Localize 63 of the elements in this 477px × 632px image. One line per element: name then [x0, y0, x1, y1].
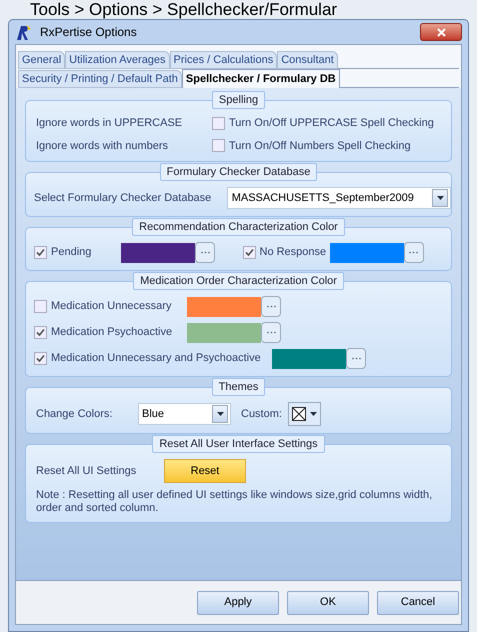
option-label: No Response	[260, 245, 328, 260]
caret-icon	[310, 412, 317, 416]
option-label: Medication Psychoactive	[51, 325, 174, 340]
theme-dropdown[interactable]: Blue	[138, 403, 231, 425]
custom-color-dropdown[interactable]	[288, 402, 321, 426]
option-label: Medication Unnecessary	[51, 299, 172, 314]
caption-text: Tools > Options > Spellchecker/Formular	[29, 0, 338, 19]
tab[interactable]: Security / Printing / Default Path	[18, 70, 182, 88]
dropdown-button[interactable]	[432, 189, 448, 207]
tab[interactable]: Utilization Averages	[65, 51, 170, 69]
field-label: Change Colors:	[36, 406, 114, 422]
ellipsis-icon	[266, 305, 276, 308]
dialog-button[interactable]: OK	[287, 590, 369, 614]
ellipsis-icon	[409, 251, 418, 254]
checkbox[interactable]	[212, 116, 225, 130]
group-title: Formulary Checker Database	[160, 163, 318, 181]
no-color-icon	[292, 407, 306, 421]
group-title: Medication Order Characterization Color	[133, 272, 344, 290]
group-title: Reset All User Interface Settings	[152, 435, 325, 453]
tab[interactable]: Consultant	[277, 51, 338, 69]
dialog-button[interactable]: Apply	[197, 590, 279, 614]
dropdown-button[interactable]	[212, 405, 228, 423]
dialog-button[interactable]: Cancel	[377, 590, 459, 614]
note-text: Note : Resetting all user defined UI settings like windows size,grid columns width, order and sorted column.	[36, 489, 434, 515]
field-label: Select Formulary Checker Database	[34, 190, 212, 206]
database-dropdown[interactable]: MASSACHUSETTS_September2009	[226, 187, 451, 209]
checkbox[interactable]	[242, 246, 256, 259]
caret-icon	[436, 196, 444, 200]
option-label: Ignore words in UPPERCASE	[36, 116, 184, 131]
ellipsis-icon	[352, 357, 360, 360]
field-label: Custom:	[241, 406, 282, 422]
app-logo-icon	[15, 24, 32, 40]
field-label: Reset All UI Settings	[36, 464, 138, 479]
option-label: Pending	[51, 245, 92, 260]
ellipsis-icon	[266, 331, 276, 334]
checkmark-icon	[36, 354, 45, 363]
checkbox[interactable]	[34, 300, 47, 313]
checkbox-label: Turn On/Off Numbers Spell Checking	[229, 138, 411, 154]
checkmark-icon	[36, 328, 45, 337]
checkbox-label: Turn On/Off UPPERCASE Spell Checking	[229, 116, 434, 131]
close-icon	[436, 28, 446, 36]
window-title: RxPertise Options	[40, 24, 137, 41]
tab[interactable]: General	[18, 51, 66, 69]
checkmark-icon	[36, 248, 45, 257]
option-label: Ignore words with numbers	[36, 138, 170, 154]
checkbox[interactable]	[34, 246, 47, 259]
dropdown-value: MASSACHUSETTS_September2009	[232, 190, 414, 206]
group-title: Spelling	[212, 91, 266, 109]
ellipsis-button[interactable]	[404, 242, 424, 263]
dropdown-value: Blue	[142, 406, 164, 422]
close-button[interactable]	[420, 23, 462, 41]
reset-button[interactable]: Reset	[164, 459, 246, 483]
checkbox[interactable]	[34, 352, 47, 365]
tab[interactable]: Spellchecker / Formulary DB	[182, 69, 340, 88]
caret-icon	[216, 412, 224, 416]
group-title: Themes	[212, 378, 266, 396]
checkbox[interactable]	[34, 326, 47, 339]
tab[interactable]: Prices / Calculations	[170, 51, 278, 69]
checkmark-icon	[244, 248, 254, 257]
group-title: Recommendation Characterization Color	[132, 218, 345, 236]
checkbox[interactable]	[212, 139, 225, 152]
option-label: Medication Unnecessary and Psychoactive	[51, 351, 262, 366]
ellipsis-icon	[200, 251, 210, 254]
